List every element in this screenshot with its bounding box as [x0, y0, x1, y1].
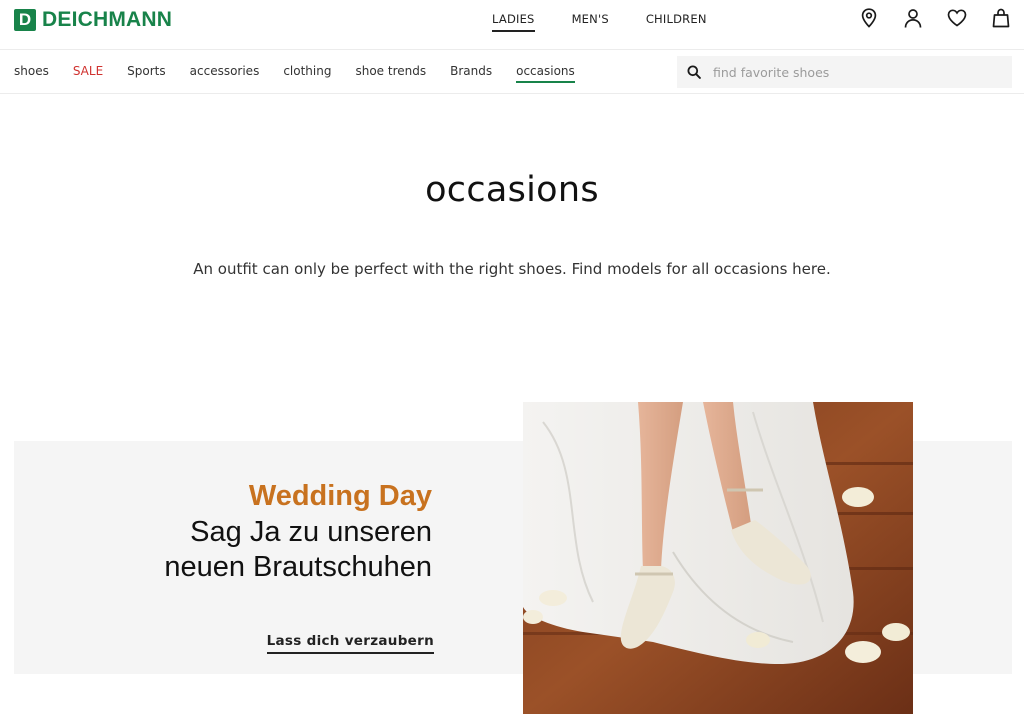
category-occasions[interactable]: occasions	[516, 64, 575, 83]
page-title: occasions	[425, 170, 599, 210]
bridal-shoes-illustration	[523, 402, 913, 714]
category-accessories[interactable]: accessories	[190, 64, 260, 83]
gender-nav: LADIES MEN'S CHILDREN	[492, 12, 744, 32]
teaser-headline: Sag Ja zu unseren neuen Brautschuhen	[164, 516, 432, 583]
category-brands[interactable]: Brands	[450, 64, 492, 83]
category-nav-bar: shoes SALE Sports accessories clothing s…	[0, 50, 1024, 94]
top-header: D DEICHMANN LADIES MEN'S CHILDREN	[0, 0, 1024, 50]
gender-tab-mens[interactable]: MEN'S	[572, 12, 609, 32]
page-intro-text: An outfit can only be perfect with the r…	[193, 260, 831, 278]
category-shoe-trends[interactable]: shoe trends	[355, 64, 426, 83]
teaser-cta-link[interactable]: Lass dich verzaubern	[266, 633, 434, 654]
category-shoes[interactable]: shoes	[14, 64, 49, 83]
category-clothing[interactable]: clothing	[283, 64, 331, 83]
gender-tab-children[interactable]: CHILDREN	[646, 12, 707, 32]
bridal-shoes-image[interactable]	[523, 402, 913, 714]
location-pin-icon[interactable]	[858, 7, 880, 29]
teaser-kicker: Wedding Day	[248, 480, 432, 512]
wishlist-heart-icon[interactable]	[946, 7, 968, 29]
category-sale[interactable]: SALE	[73, 64, 103, 83]
logo-wordmark: DEICHMANN	[42, 8, 173, 31]
shopping-bag-icon[interactable]	[990, 7, 1012, 29]
category-nav: shoes SALE Sports accessories clothing s…	[14, 64, 599, 83]
header-actions	[836, 7, 1012, 29]
category-sports[interactable]: Sports	[127, 64, 165, 83]
user-account-icon[interactable]	[902, 7, 924, 29]
gender-tab-ladies[interactable]: LADIES	[492, 12, 535, 32]
deichmann-logo[interactable]: D DEICHMANN	[14, 8, 172, 32]
search-box	[677, 56, 1012, 88]
logo-mark: D	[14, 9, 36, 31]
wedding-teaser-text: Wedding Day Sag Ja zu unseren neuen Brau…	[164, 480, 432, 585]
search-input[interactable]	[711, 63, 991, 81]
search-icon[interactable]	[687, 65, 701, 79]
